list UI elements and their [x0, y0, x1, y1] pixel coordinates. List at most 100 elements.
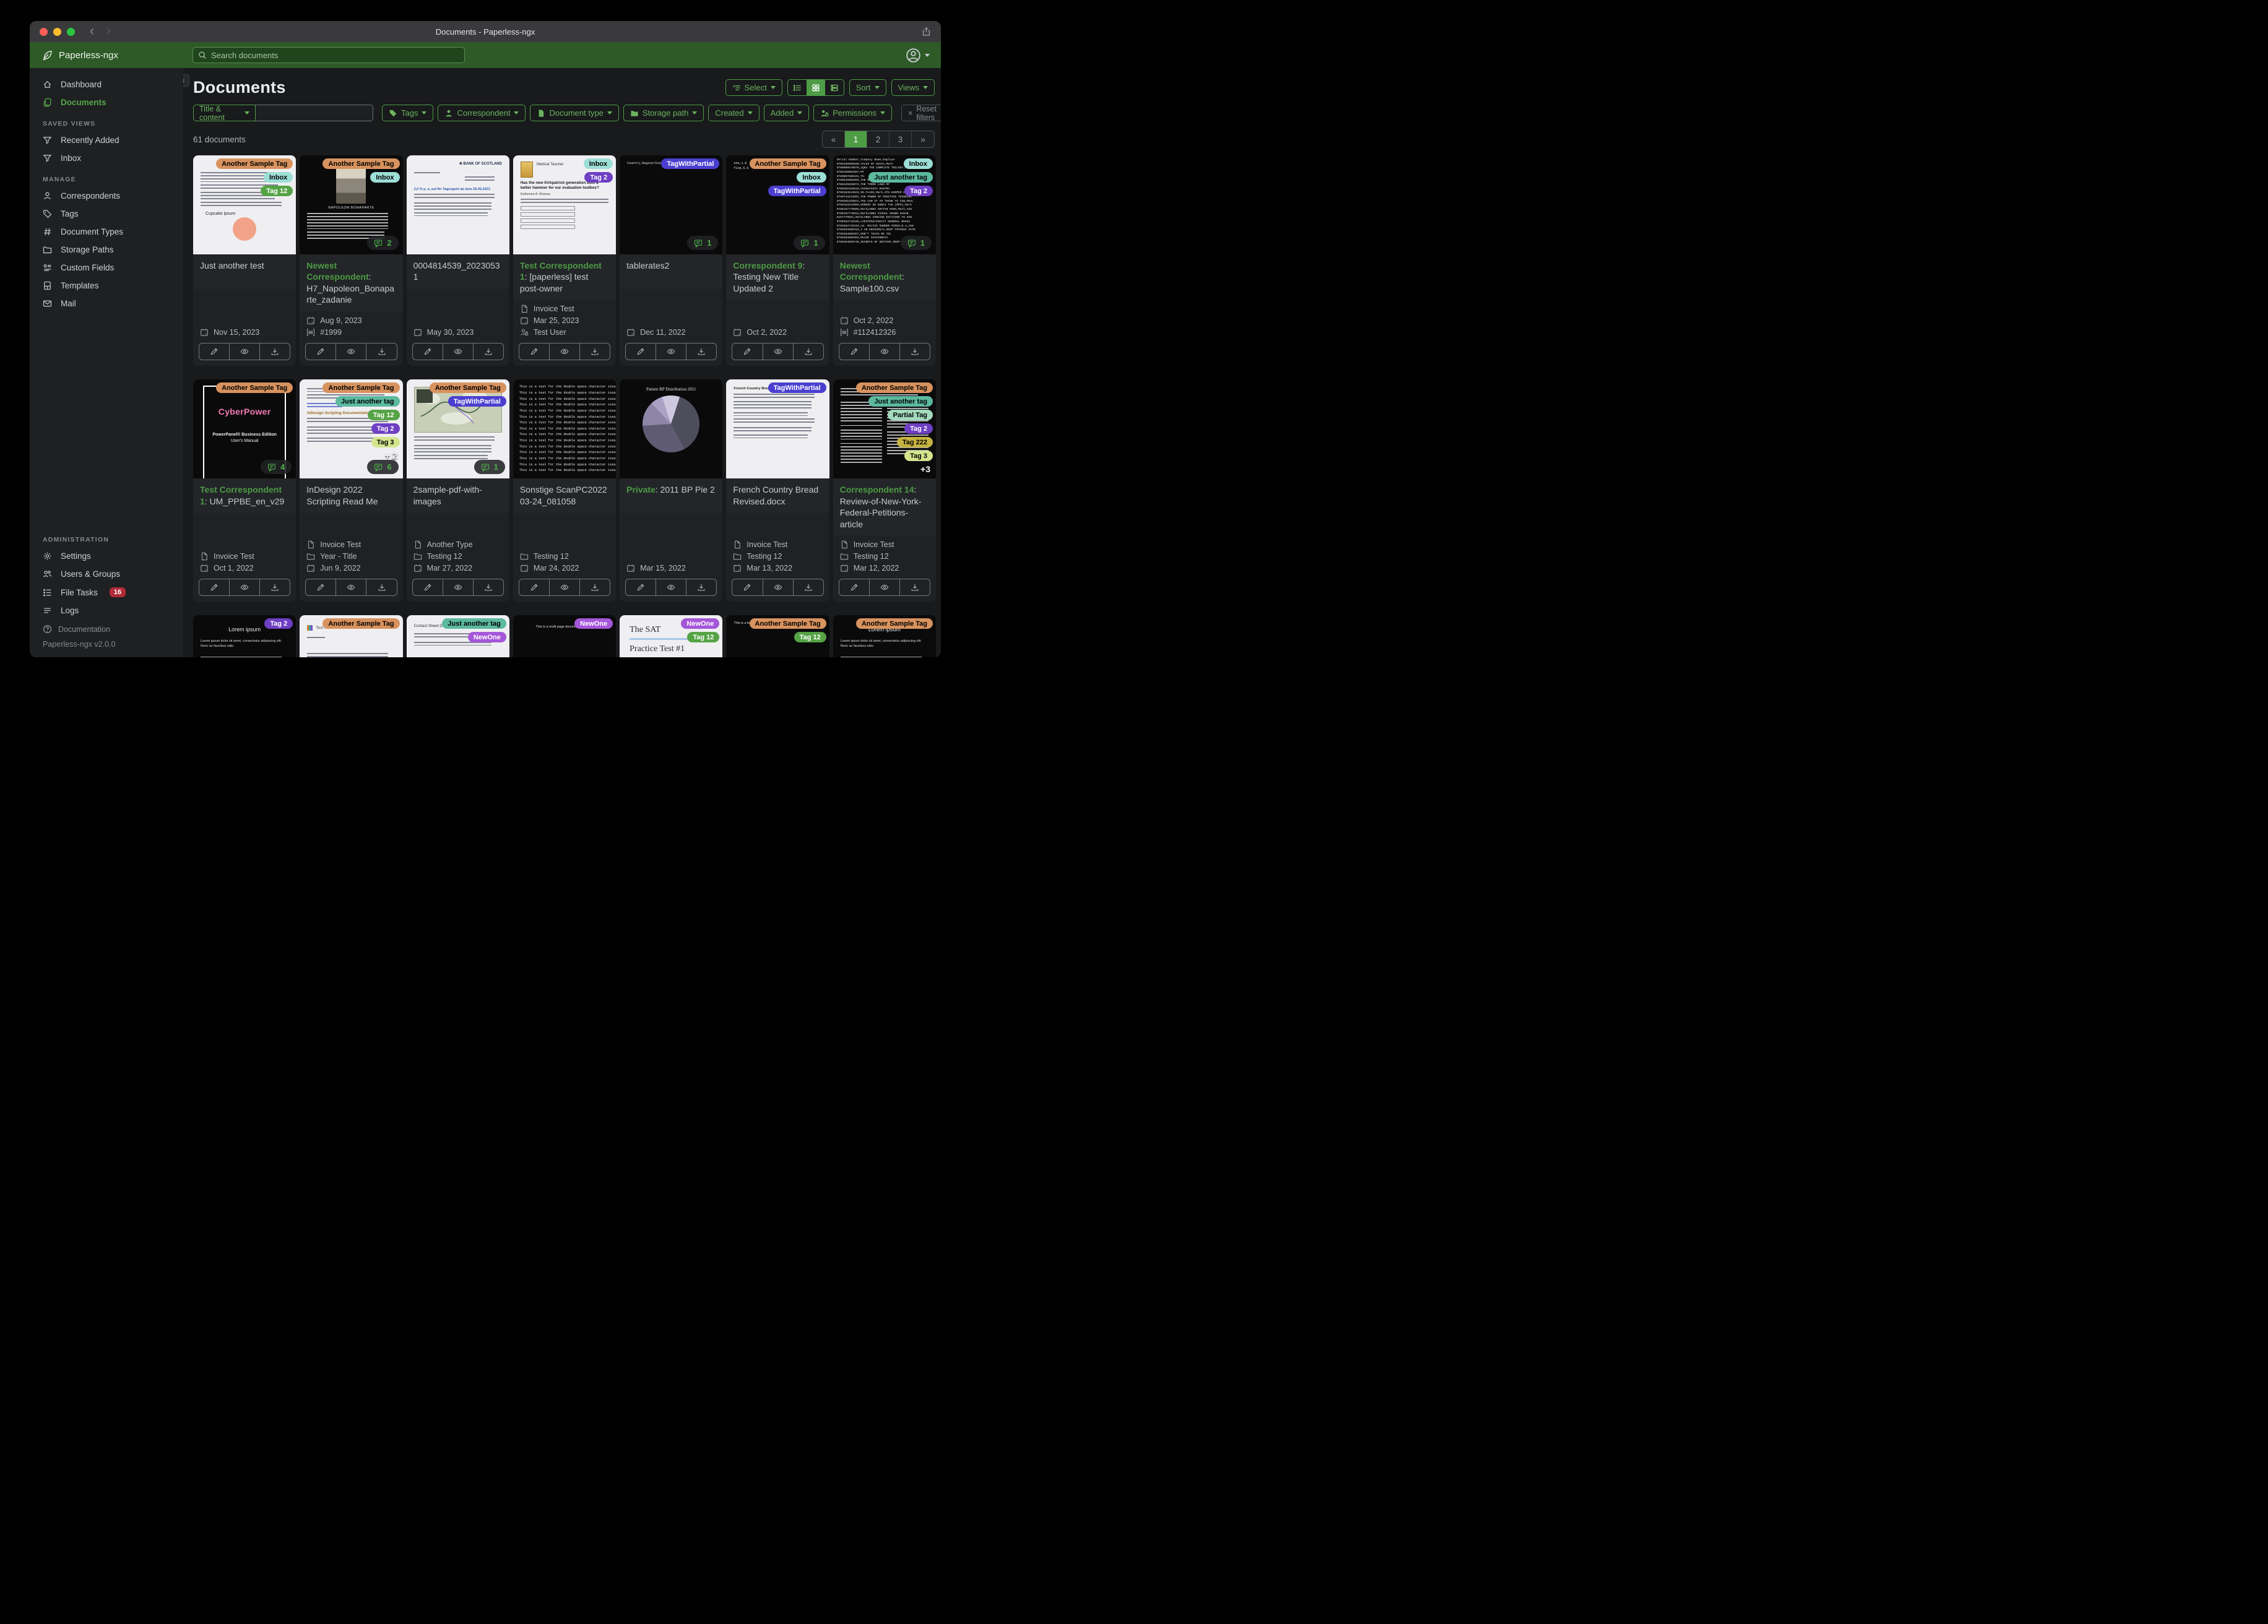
tag-pill[interactable]: Tag 12: [794, 632, 826, 643]
pagination-prev[interactable]: «: [823, 131, 845, 147]
preview-button[interactable]: [550, 579, 581, 596]
preview-button[interactable]: [230, 579, 261, 596]
document-card[interactable]: CyberPower PowerPanel® Business Edition Us…: [193, 379, 296, 602]
document-card[interactable]: Lorem ipsum Lorem ipsum dolor sit amet, c…: [833, 615, 936, 657]
edit-button[interactable]: [413, 579, 443, 596]
reset-filters-button[interactable]: × Reset filters: [901, 105, 941, 122]
filter-created-button[interactable]: Created: [708, 105, 760, 121]
card-title[interactable]: French Country Bread Revised.docx: [726, 478, 829, 514]
card-correspondent[interactable]: Correspondent 14: [840, 485, 914, 495]
filter-permissions-button[interactable]: Permissions: [813, 105, 892, 121]
zoom-window-button[interactable]: [67, 27, 75, 36]
preview-button[interactable]: [336, 343, 367, 360]
edit-button[interactable]: [732, 343, 763, 360]
edit-button[interactable]: [519, 579, 550, 596]
sidebar-item-inbox[interactable]: Inbox: [30, 149, 183, 167]
document-card[interactable]: Another Sample Tag TagWithPartial 1 2sample…: [406, 379, 509, 602]
tag-pill[interactable]: Tag 2: [371, 423, 400, 434]
tag-pill[interactable]: Tag 2: [904, 423, 933, 434]
download-button[interactable]: [900, 579, 930, 595]
tag-pill[interactable]: NewOne: [467, 632, 506, 643]
preview-button[interactable]: [870, 343, 900, 360]
download-button[interactable]: [366, 579, 396, 595]
card-title[interactable]: Sonstige ScanPC2022 03-24_081058: [513, 478, 617, 514]
tag-pill[interactable]: Tag 3: [371, 437, 400, 448]
tag-pill[interactable]: Another Sample Tag: [322, 158, 400, 169]
view-list-button[interactable]: [788, 80, 807, 95]
tag-pill[interactable]: Inbox: [583, 158, 613, 169]
tag-pill[interactable]: Just another tag: [868, 172, 933, 183]
document-card[interactable]: Country,Region/State, TagWithPartial 1 tabl…: [620, 155, 723, 366]
card-correspondent[interactable]: Private: [626, 485, 656, 495]
sidebar-item-documentation[interactable]: Documentation: [30, 620, 183, 636]
document-thumbnail[interactable]: Test NameAnother Sample Tag: [300, 615, 403, 657]
card-title[interactable]: Correspondent 14: Review-of-New-York-Fed…: [833, 478, 936, 536]
download-button[interactable]: [794, 579, 823, 595]
document-card[interactable]: InDesign Scripting Documentation Another …: [300, 379, 403, 602]
sidebar-item-correspondents[interactable]: Correspondents: [30, 187, 183, 205]
document-thumbnail[interactable]: The SATPractice Test #1Make time to take…: [620, 615, 723, 657]
minimize-window-button[interactable]: [53, 27, 61, 36]
preview-button[interactable]: [763, 343, 794, 360]
pagination-page-3[interactable]: 3: [889, 131, 912, 147]
sidebar-item-file-tasks[interactable]: File Tasks 16: [30, 583, 183, 602]
download-button[interactable]: [580, 579, 610, 595]
document-thumbnail[interactable]: Another Sample Tag Just another tag Partia…: [833, 379, 936, 479]
tag-pill[interactable]: TagWithPartial: [768, 186, 826, 196]
preview-button[interactable]: [230, 343, 261, 360]
download-button[interactable]: [900, 343, 930, 360]
preview-button[interactable]: [443, 343, 474, 360]
tag-pill[interactable]: Inbox: [263, 172, 293, 183]
card-title[interactable]: Private: 2011 BP Pie 2: [620, 478, 723, 514]
tag-pill[interactable]: Another Sample Tag: [216, 382, 293, 394]
tag-pill[interactable]: Inbox: [797, 172, 826, 183]
sidebar-item-custom-fields[interactable]: Custom Fields: [30, 259, 183, 277]
tag-pill[interactable]: Another Sample Tag: [322, 618, 400, 629]
download-button[interactable]: [474, 579, 503, 595]
pagination-page-2[interactable]: 2: [867, 131, 889, 147]
document-card[interactable]: French Country Bread TagWithPartial French…: [726, 379, 829, 602]
document-card[interactable]: Medical Teacher Has the new Kirkpatrick g…: [513, 155, 617, 366]
card-title[interactable]: Correspondent 9: Testing New Title Updat…: [726, 254, 829, 300]
tag-pill[interactable]: Another Sample Tag: [749, 158, 826, 169]
pagination-page-1[interactable]: 1: [845, 131, 867, 147]
edit-button[interactable]: [519, 343, 550, 360]
tag-pill[interactable]: Tag 2: [904, 186, 933, 196]
document-thumbnail[interactable]: Country,Region/State, TagWithPartial 1: [620, 155, 723, 254]
document-thumbnail[interactable]: Another Sample Tag TagWithPartial 1: [406, 379, 509, 479]
document-card[interactable]: Serial Number,Company Name,Employe 97881…: [833, 155, 936, 366]
title-content-input[interactable]: [256, 105, 373, 121]
share-icon[interactable]: [922, 27, 931, 37]
download-button[interactable]: [260, 579, 290, 595]
tag-pill[interactable]: NewOne: [574, 618, 613, 629]
preview-button[interactable]: [443, 579, 474, 596]
document-card[interactable]: ✻ BANK OF SCOTLAND 2,0 % p. a. auf Ihr Ta…: [406, 155, 509, 366]
tag-pill[interactable]: Tag 3: [904, 451, 933, 462]
preview-button[interactable]: [336, 579, 367, 596]
title-content-dropdown[interactable]: Title & content: [193, 105, 256, 122]
filter-correspondent-button[interactable]: Correspondent: [438, 105, 526, 121]
card-correspondent[interactable]: Test Correspondent 1: [520, 261, 602, 282]
document-thumbnail[interactable]: This is a multi page document. Page 1. Ne…: [513, 615, 617, 657]
card-correspondent[interactable]: Newest Correspondent: [840, 261, 902, 282]
tag-pill[interactable]: TagWithPartial: [768, 382, 826, 394]
tag-pill[interactable]: NewOne: [681, 618, 720, 629]
sidebar-item-storage-paths[interactable]: Storage Paths: [30, 241, 183, 259]
sidebar-item-logs[interactable]: Logs: [30, 602, 183, 620]
notes-badge[interactable]: 1: [900, 236, 932, 250]
document-thumbnail[interactable]: Serial Number,Company Name,Employe 97881…: [833, 155, 936, 254]
document-thumbnail[interactable]: InDesign Scripting Documentation Another …: [300, 379, 403, 479]
views-button[interactable]: Views: [891, 79, 935, 96]
notes-badge[interactable]: 1: [474, 460, 505, 475]
tag-pill[interactable]: Inbox: [903, 158, 933, 169]
document-card[interactable]: This is a multi page document. Page 1. Ne…: [513, 615, 617, 657]
sort-button[interactable]: Sort: [849, 79, 886, 96]
edit-button[interactable]: [199, 579, 230, 596]
document-thumbnail[interactable]: one,1.0 five,5.0 Another Sample Tag Inbox T…: [726, 155, 829, 254]
document-card[interactable]: NAPOLEON BONAPARTE Another Sample Tag Inbo…: [300, 155, 403, 366]
preview-button[interactable]: [656, 579, 687, 596]
sidebar-item-settings[interactable]: Settings: [30, 547, 183, 565]
document-thumbnail[interactable]: NAPOLEON BONAPARTE Another Sample Tag Inbo…: [300, 155, 403, 254]
document-thumbnail[interactable]: Lorem ipsum Lorem ipsum dolor sit amet, c…: [193, 615, 296, 657]
tag-pill[interactable]: Another Sample Tag: [855, 618, 933, 629]
